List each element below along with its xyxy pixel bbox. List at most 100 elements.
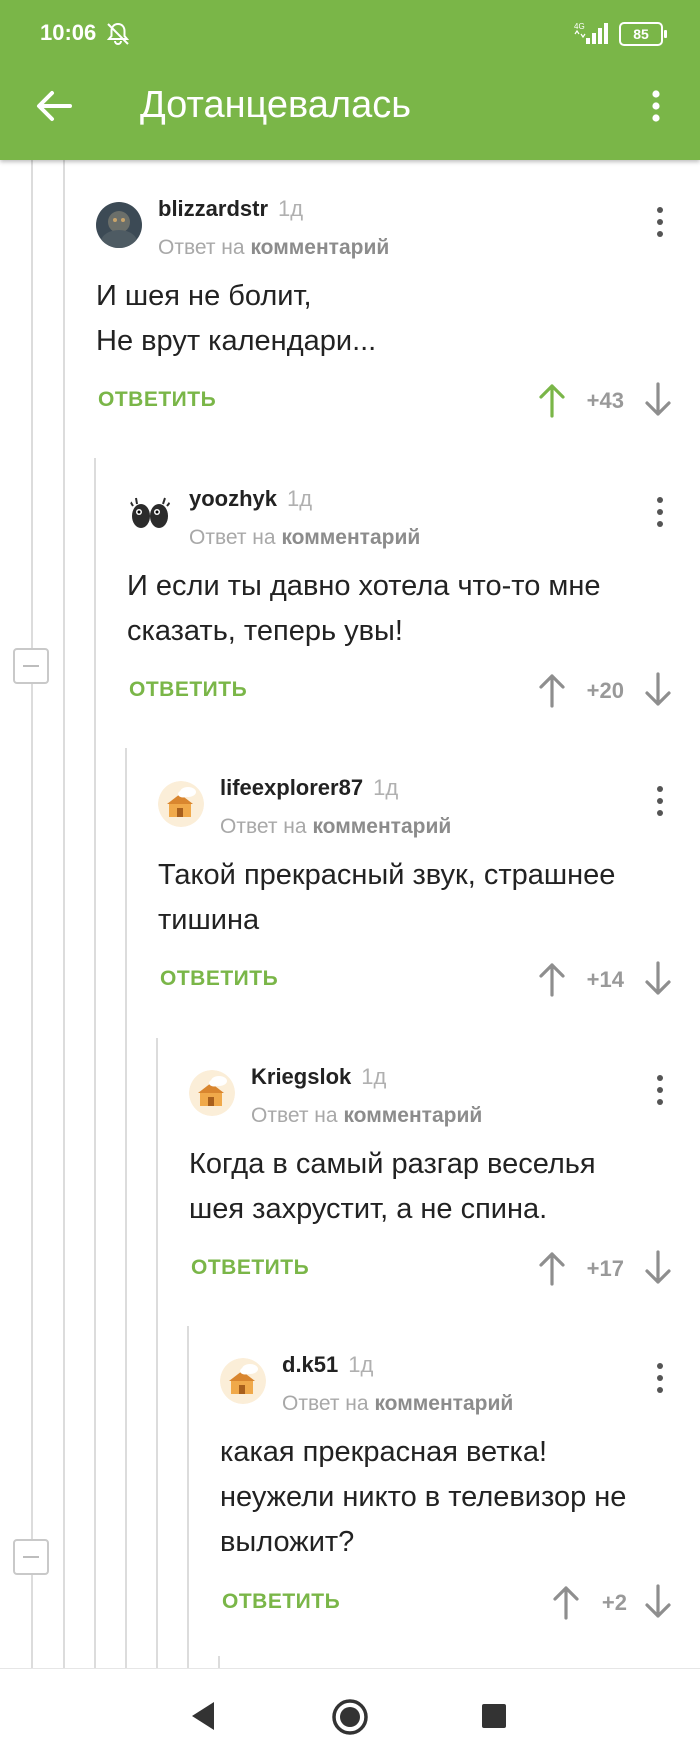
- collapse-thread-button[interactable]: [13, 1539, 49, 1575]
- thread-line: [187, 1326, 189, 1668]
- upvote-arrow-icon[interactable]: [538, 672, 566, 708]
- notifications-muted-icon: [106, 22, 130, 45]
- reply-to-link[interactable]: комментарий: [312, 815, 451, 838]
- username-text[interactable]: d.k51: [282, 1352, 338, 1377]
- thread-line: [218, 1656, 220, 1668]
- app-header: 10:06 4G 85 Дотанцевалась: [0, 0, 700, 160]
- comment-text-line: сказать, теперь увы!: [127, 615, 403, 647]
- reply-button[interactable]: ОТВЕТИТЬ: [160, 967, 278, 991]
- user-avatar[interactable]: [127, 492, 173, 538]
- reply-to-link[interactable]: комментарий: [343, 1104, 482, 1127]
- comment-author[interactable]: Kriegslok 1д: [251, 1064, 386, 1090]
- comment: blizzardstr 1д Ответ на комментарий И шея…: [96, 178, 686, 438]
- comment: Kriegslok 1д Ответ на комментарий Когда в…: [189, 1046, 686, 1306]
- comment-text-line: шея захрустит, а не спина.: [189, 1193, 548, 1225]
- nav-back-icon[interactable]: [188, 1699, 218, 1733]
- reply-button[interactable]: ОТВЕТИТЬ: [129, 678, 247, 702]
- comment-text-line: Такой прекрасный звук, страшнее: [158, 859, 616, 891]
- comment-menu-icon[interactable]: [648, 202, 672, 242]
- downvote-arrow-icon[interactable]: [644, 1584, 672, 1620]
- comment-author[interactable]: blizzardstr 1д: [158, 196, 303, 222]
- thread-line: [125, 748, 127, 1668]
- nav-recents-icon[interactable]: [482, 1704, 506, 1728]
- user-avatar[interactable]: [96, 202, 142, 248]
- comment-time: 1д: [278, 196, 304, 221]
- user-avatar[interactable]: [189, 1070, 235, 1116]
- reply-to-link[interactable]: комментарий: [374, 1392, 513, 1415]
- thread-line: [63, 160, 65, 1668]
- comment-text: И шея не болит, Не врут календари...: [96, 274, 376, 364]
- reply-button[interactable]: ОТВЕТИТЬ: [98, 388, 216, 412]
- comment-text: Такой прекрасный звук, страшнее тишина: [158, 853, 615, 943]
- comment-text: И если ты давно хотела что-то мне сказат…: [127, 564, 601, 654]
- reply-button[interactable]: ОТВЕТИТЬ: [222, 1590, 340, 1614]
- user-avatar[interactable]: [220, 1358, 266, 1404]
- comment-score: +2: [601, 1590, 627, 1615]
- username-text[interactable]: yoozhyk: [189, 486, 277, 511]
- comment-menu-icon[interactable]: [648, 1070, 672, 1110]
- upvote-arrow-icon[interactable]: [538, 1250, 566, 1286]
- reply-button[interactable]: ОТВЕТИТЬ: [191, 1256, 309, 1280]
- comment-text: Когда в самый разгар веселья шея захруст…: [189, 1142, 596, 1232]
- reply-to-label: Ответ на комментарий: [158, 236, 389, 260]
- upvote-arrow-icon[interactable]: [538, 961, 566, 997]
- reply-to-prefix: Ответ на: [282, 1392, 369, 1415]
- reply-to-label: Ответ на комментарий: [251, 1104, 482, 1128]
- reply-to-link[interactable]: комментарий: [250, 236, 389, 259]
- comment-author[interactable]: lifeexplorer87 1д: [220, 775, 398, 801]
- comment-menu-icon[interactable]: [648, 781, 672, 821]
- comment-menu-icon[interactable]: [648, 1358, 672, 1398]
- user-avatar[interactable]: [158, 781, 204, 827]
- thread-line: [94, 458, 96, 1668]
- comment-score: +17: [586, 1256, 624, 1281]
- username-text[interactable]: lifeexplorer87: [220, 775, 363, 800]
- battery-icon: 85: [619, 22, 667, 46]
- reply-to-prefix: Ответ на: [158, 236, 245, 259]
- cellular-signal-icon: 4G: [574, 22, 608, 44]
- reply-to-label: Ответ на комментарий: [220, 815, 451, 839]
- comment-score: +14: [586, 967, 624, 992]
- downvote-arrow-icon[interactable]: [644, 672, 672, 708]
- reply-to-label: Ответ на комментарий: [189, 526, 420, 550]
- comment-menu-icon[interactable]: [648, 492, 672, 532]
- username-text[interactable]: Kriegslok: [251, 1064, 351, 1089]
- comment-time: 1д: [361, 1064, 387, 1089]
- reply-to-prefix: Ответ на: [251, 1104, 338, 1127]
- comment-author[interactable]: yoozhyk 1д: [189, 486, 312, 512]
- comment-author[interactable]: d.k51 1д: [282, 1352, 373, 1378]
- downvote-arrow-icon[interactable]: [644, 382, 672, 418]
- comment-text-line: И шея не болит,: [96, 280, 312, 312]
- thread-line: [31, 160, 33, 1668]
- comment-score: +43: [586, 388, 624, 413]
- more-options-icon[interactable]: [640, 82, 672, 130]
- back-arrow-icon[interactable]: [30, 82, 78, 130]
- comment-time: 1д: [373, 775, 399, 800]
- collapse-thread-button[interactable]: [13, 648, 49, 684]
- reply-to-label: Ответ на комментарий: [282, 1392, 513, 1416]
- upvote-arrow-icon[interactable]: [552, 1584, 580, 1620]
- system-navigation-bar: [0, 1668, 700, 1764]
- comment-text-line: тишина: [158, 904, 260, 936]
- battery-level: 85: [633, 26, 649, 42]
- comment-text-line: Не врут календари...: [96, 325, 377, 357]
- reply-to-prefix: Ответ на: [220, 815, 307, 838]
- comment-text-line: неужели никто в телевизор не: [220, 1481, 627, 1513]
- nav-home-icon[interactable]: [330, 1697, 370, 1737]
- comment-text-line: выложит?: [220, 1526, 355, 1558]
- comment-text-line: Когда в самый разгар веселья: [189, 1148, 596, 1180]
- comment-text-line: какая прекрасная ветка!: [220, 1436, 548, 1468]
- upvote-arrow-icon[interactable]: [538, 382, 566, 418]
- comment-time: 1д: [348, 1352, 374, 1377]
- downvote-arrow-icon[interactable]: [644, 1250, 672, 1286]
- comment: lifeexplorer87 1д Ответ на комментарий Та…: [158, 757, 686, 1017]
- thread-line: [156, 1038, 158, 1668]
- comment-text-line: И если ты давно хотела что-то мне: [127, 570, 601, 602]
- comment-time: 1д: [287, 486, 313, 511]
- reply-to-link[interactable]: комментарий: [281, 526, 420, 549]
- svg-text:4G: 4G: [574, 22, 585, 31]
- downvote-arrow-icon[interactable]: [644, 961, 672, 997]
- reply-to-prefix: Ответ на: [189, 526, 276, 549]
- status-time: 10:06: [40, 20, 97, 45]
- comment: yoozhyk 1д Ответ на комментарий И если ты…: [127, 468, 686, 728]
- username-text[interactable]: blizzardstr: [158, 196, 268, 221]
